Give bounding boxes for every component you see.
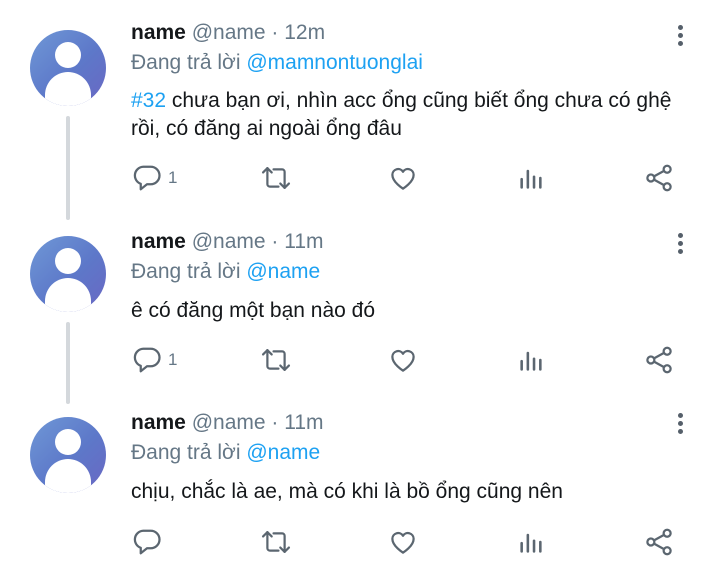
replying-to: Đang trả lời @mamnontuonglai [131, 50, 423, 76]
share-icon [646, 164, 672, 192]
display-name[interactable]: name [131, 21, 186, 44]
action-bar: 1 [0, 343, 716, 377]
replying-to: Đang trả lời @name [131, 259, 320, 285]
share-button[interactable] [644, 161, 674, 195]
reply-icon [133, 347, 161, 373]
reply-count: 1 [168, 350, 178, 369]
hashtag-link[interactable]: #32 [131, 89, 166, 112]
tweet-text: #32 chưa bạn ơi, nhìn acc ổng cũng biết … [131, 87, 691, 143]
display-name[interactable]: name [131, 230, 186, 253]
user-handle[interactable]: @name [192, 411, 266, 434]
analytics-icon [520, 533, 542, 553]
analytics-button[interactable] [517, 161, 545, 195]
share-icon [646, 528, 672, 556]
tweet-text: ê có đăng một bạn nào đó [131, 297, 691, 325]
reply-button[interactable] [132, 525, 162, 559]
action-bar: 1 [0, 161, 716, 195]
like-icon [391, 349, 415, 372]
avatar[interactable] [30, 236, 106, 312]
timestamp[interactable]: 12m [284, 21, 325, 44]
share-button[interactable] [644, 525, 674, 559]
like-button[interactable] [388, 343, 418, 377]
like-button[interactable] [388, 161, 418, 195]
retweet-button[interactable] [260, 343, 292, 377]
tweet-header: name @name · 11m [131, 229, 324, 255]
timestamp[interactable]: 11m [284, 411, 323, 434]
analytics-button[interactable] [517, 343, 545, 377]
user-handle[interactable]: @name [192, 230, 266, 253]
timestamp[interactable]: 11m [284, 230, 323, 253]
retweet-icon [261, 349, 291, 371]
tweet[interactable]: name @name · 12m Đang trả lời @mamnontuo… [0, 0, 716, 210]
more-vertical-icon[interactable] [676, 413, 684, 439]
share-button[interactable] [644, 343, 674, 377]
separator-dot: · [271, 21, 279, 44]
separator-dot: · [271, 411, 279, 434]
like-button[interactable] [388, 525, 418, 559]
more-vertical-icon[interactable] [676, 25, 684, 51]
reply-count: 1 [168, 168, 178, 187]
avatar[interactable] [30, 417, 106, 493]
analytics-icon [520, 351, 542, 371]
separator-dot: · [271, 230, 279, 253]
tweet-body: chịu, chắc là ae, mà có khi là bồ ổng cũ… [131, 480, 563, 503]
reply-button[interactable]: 1 [132, 343, 177, 377]
reply-icon [133, 165, 161, 191]
retweet-button[interactable] [260, 525, 292, 559]
mention-link[interactable]: @mamnontuonglai [246, 51, 423, 74]
tweet-text: chịu, chắc là ae, mà có khi là bồ ổng cũ… [131, 478, 691, 506]
tweet-header: name @name · 11m [131, 410, 324, 436]
replying-prefix: Đang trả lời [131, 441, 241, 464]
analytics-icon [520, 169, 542, 189]
replying-prefix: Đang trả lời [131, 260, 241, 283]
like-icon [391, 531, 415, 554]
tweet-header: name @name · 12m [131, 20, 325, 46]
retweet-icon [261, 531, 291, 553]
more-vertical-icon[interactable] [676, 233, 684, 259]
reply-button[interactable]: 1 [132, 161, 177, 195]
analytics-button[interactable] [517, 525, 545, 559]
like-icon [391, 167, 415, 190]
share-icon [646, 346, 672, 374]
mention-link[interactable]: @name [246, 441, 320, 464]
replying-prefix: Đang trả lời [131, 51, 241, 74]
replying-to: Đang trả lời @name [131, 440, 320, 466]
retweet-button[interactable] [260, 161, 292, 195]
action-bar [0, 525, 716, 559]
retweet-icon [261, 167, 291, 189]
tweet-body: ê có đăng một bạn nào đó [131, 299, 376, 322]
user-handle[interactable]: @name [192, 21, 266, 44]
display-name[interactable]: name [131, 411, 186, 434]
tweet-body: chưa bạn ơi, nhìn acc ổng cũng biết ổng … [131, 89, 672, 140]
mention-link[interactable]: @name [246, 260, 320, 283]
avatar[interactable] [30, 30, 106, 106]
reply-icon [133, 529, 161, 555]
